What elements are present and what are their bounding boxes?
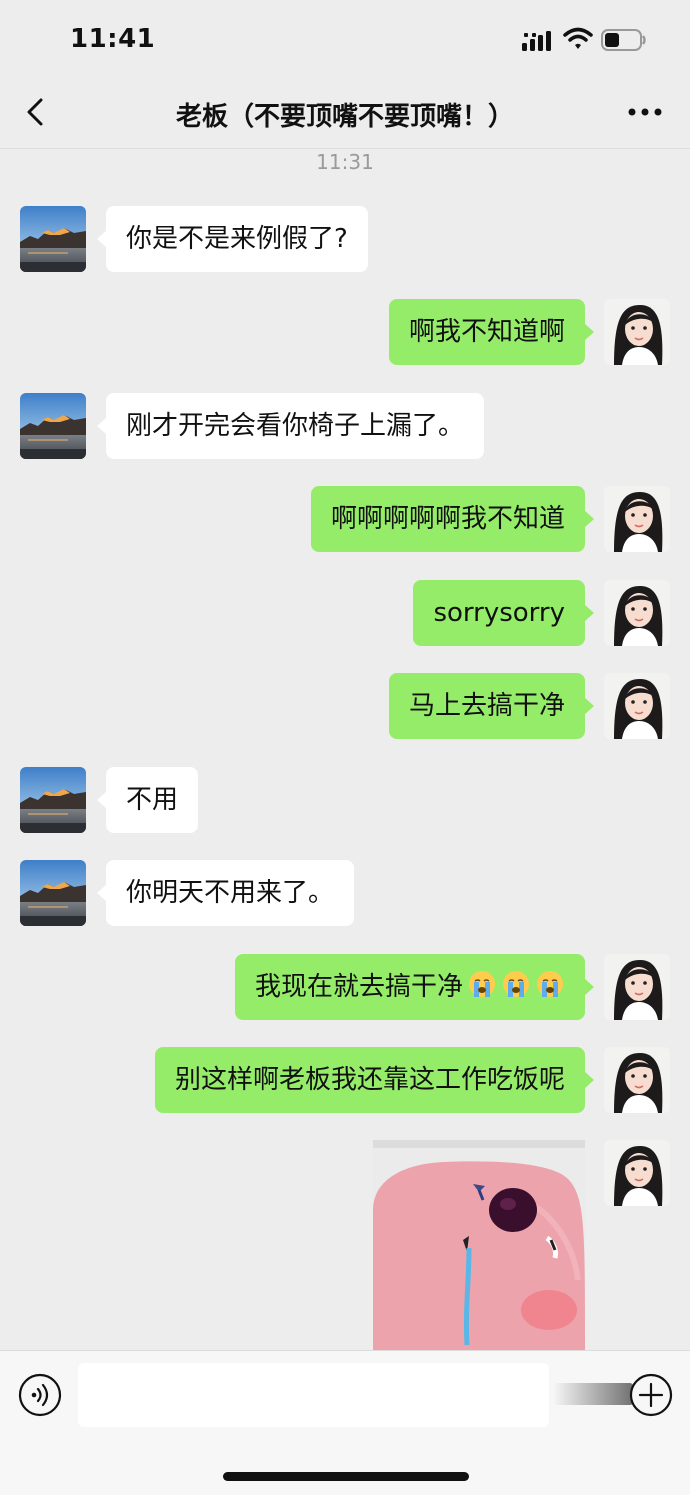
message-input[interactable] [78, 1363, 549, 1427]
message-text: 我现在就去搞干净 [254, 972, 463, 1002]
incoming-message[interactable]: 你是不是来例假了? [97, 206, 368, 272]
outgoing-message[interactable]: 我现在就去搞干净 [234, 954, 595, 1020]
boss-avatar[interactable] [20, 206, 86, 272]
message-timestamp: 11:31 [316, 150, 374, 174]
voice-icon[interactable] [18, 1373, 62, 1417]
status-bar: 11:41 [0, 0, 690, 78]
outgoing-message[interactable]: 别这样啊老板我还靠这工作吃饭呢 [154, 1047, 595, 1113]
my-avatar[interactable] [604, 1140, 670, 1206]
boss-avatar[interactable] [20, 393, 86, 459]
cellular-signal-icon [522, 31, 551, 51]
chat-title: 老板（不要顶嘴不要顶嘴！） [175, 102, 514, 132]
incoming-message[interactable]: 不用 [96, 767, 199, 833]
outgoing-message[interactable]: 啊啊啊啊啊我不知道 [310, 486, 595, 552]
my-avatar[interactable] [604, 299, 670, 365]
my-avatar[interactable] [604, 954, 670, 1020]
incoming-message[interactable]: 刚才开完会看你椅子上漏了。 [96, 393, 485, 459]
my-avatar[interactable] [604, 673, 670, 739]
status-time: 11:41 [70, 24, 156, 54]
my-avatar[interactable] [604, 1047, 670, 1113]
outgoing-message[interactable]: sorrysorry [413, 580, 594, 646]
boss-avatar[interactable] [20, 860, 86, 926]
battery-icon [601, 29, 646, 51]
wifi-icon [563, 27, 593, 49]
boss-avatar[interactable] [20, 767, 86, 833]
my-avatar[interactable] [604, 580, 670, 646]
loudly-crying-face-icon [501, 969, 531, 999]
loudly-crying-face-icon [535, 969, 565, 999]
outgoing-message[interactable]: 马上去搞干净 [388, 673, 595, 739]
home-indicator [223, 1472, 469, 1481]
loudly-crying-face-icon [467, 969, 497, 999]
my-avatar[interactable] [604, 486, 670, 552]
nav-bar: 老板（不要顶嘴不要顶嘴！） [0, 78, 690, 149]
outgoing-message[interactable]: 啊我不知道啊 [388, 299, 595, 365]
crying-pink-blob-sticker[interactable] [373, 1140, 585, 1352]
incoming-message[interactable]: 你明天不用来了。 [96, 860, 355, 926]
plus-circle-icon[interactable] [629, 1373, 673, 1417]
input-bar [0, 1350, 690, 1495]
more-dots-icon[interactable] [625, 100, 665, 124]
emoji-button-fade[interactable] [553, 1383, 633, 1405]
